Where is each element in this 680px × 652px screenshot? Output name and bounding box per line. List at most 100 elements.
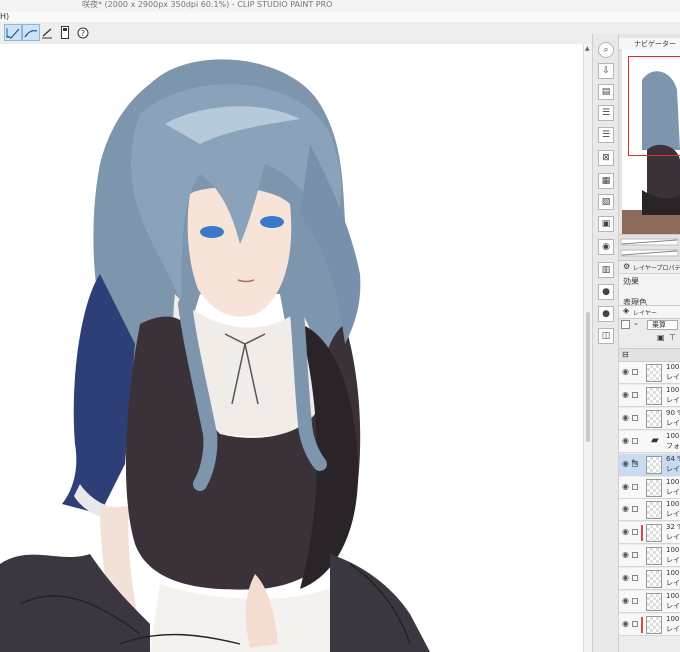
layer-tab[interactable]: ◈ レイヤー [619, 306, 680, 319]
svg-text:?: ? [81, 29, 85, 38]
visibility-eye-icon[interactable]: ◉ [622, 550, 629, 560]
info-icon[interactable]: ◫ [598, 328, 614, 344]
layer-name: レイ [666, 510, 680, 519]
mask-indicator [641, 616, 643, 633]
layer-lock-checkbox[interactable] [632, 598, 638, 604]
layer-row[interactable]: ◉ 100 レイ [619, 476, 680, 499]
scroll-up-icon[interactable]: ▲ [585, 46, 591, 52]
layer-row[interactable]: ◉ 100 レイ [619, 384, 680, 407]
visibility-eye-icon[interactable]: ◉ [622, 573, 629, 583]
layer-name: レイ [666, 579, 680, 588]
camera-icon[interactable]: ◉ [598, 239, 614, 255]
layer-row[interactable]: ◉ 100 レイ [619, 591, 680, 613]
layer-lock-checkbox[interactable] [632, 575, 638, 582]
layer-row[interactable]: ◉ ▰ 100 フォ [619, 430, 680, 453]
layer-lock-checkbox[interactable] [632, 506, 638, 513]
blend-mode-select[interactable]: ⌄ 乗算 [621, 319, 678, 331]
layer-row[interactable]: ◉ 64 %レイ ✎ [619, 453, 680, 476]
layer-row[interactable]: ◉ 100 レイ [619, 613, 680, 636]
layer-lock-checkbox[interactable] [632, 483, 638, 490]
color-set-icon[interactable]: ▦ [598, 173, 614, 189]
visibility-eye-icon[interactable]: ◉ [622, 413, 629, 423]
visibility-eye-icon[interactable]: ◉ [622, 619, 629, 629]
visibility-eye-icon[interactable]: ◉ [622, 527, 629, 537]
clip-icon[interactable]: ⊤ [669, 333, 676, 342]
navigator-tab-label: ナビゲーター [634, 40, 676, 48]
layer-row[interactable]: ◉ 100 レイ [619, 568, 680, 591]
layer-lock-checkbox[interactable] [632, 529, 638, 536]
layer-opacity: 100 [666, 431, 680, 440]
layer-thumbnail [646, 615, 662, 634]
grid-icon[interactable]: ▥ [598, 262, 614, 278]
help-icon: ? [77, 27, 89, 38]
brush-mode-button[interactable] [4, 24, 22, 41]
layers-search-icon[interactable]: ⊠ [598, 150, 614, 166]
tool-toolbar: ? [0, 22, 680, 45]
layer-lock-checkbox[interactable] [632, 620, 638, 627]
list-icon[interactable]: ☰ [598, 105, 614, 121]
layer-opacity: 100 [666, 546, 680, 555]
palette-drop-icon-2[interactable]: ● [598, 306, 614, 322]
right-eye [260, 216, 284, 228]
layer-panel-menu-icon[interactable]: ⊟ [622, 350, 629, 359]
layer-row[interactable]: ◉ 100 レイ [619, 545, 680, 568]
layer-lock-checkbox[interactable] [632, 414, 638, 421]
drawing-canvas[interactable] [0, 44, 583, 652]
palette-drop-icon[interactable]: ● [598, 284, 614, 300]
navigator-view-frame[interactable] [628, 56, 680, 156]
layer-opacity: 32 % [666, 523, 680, 532]
layer-name: レイ [666, 395, 680, 404]
menu-help-fragment[interactable]: H) [0, 12, 9, 22]
layer-name: レイ [666, 533, 680, 542]
layer-row[interactable]: ◉ 32 %レイ [619, 522, 680, 545]
zoom-search-icon[interactable]: ⌕ [598, 42, 614, 58]
lock-icon[interactable]: ▣ [657, 333, 665, 342]
visibility-eye-icon[interactable]: ◉ [622, 436, 629, 446]
layer-name: レイ [666, 464, 680, 473]
layer-opacity: 100 [666, 363, 680, 371]
layer-thumbnail [646, 478, 662, 497]
layer-lock-checkbox[interactable] [632, 369, 638, 375]
layer-opacity: 100 [666, 385, 680, 394]
help-button[interactable]: ? [74, 24, 92, 41]
visibility-eye-icon[interactable]: ◉ [622, 390, 629, 400]
device-icon [61, 26, 69, 39]
material-icon[interactable]: ▣ [598, 216, 614, 232]
layer-lock-checkbox[interactable] [632, 391, 638, 398]
layer-tools-row: ▣ ⊤ [619, 333, 680, 345]
layer-thumbnail [646, 593, 662, 611]
layer-lock-checkbox[interactable] [632, 437, 638, 444]
canvas-scrollbar[interactable]: ▲ [583, 44, 592, 652]
brush-mode-icon [6, 27, 20, 39]
layer-property-icon: ⚙ [623, 262, 631, 271]
ruler-pen-button[interactable] [38, 24, 56, 41]
device-button[interactable] [56, 24, 74, 41]
visibility-eye-icon[interactable]: ◉ [622, 482, 629, 492]
layer-row[interactable]: ◉ 90 %レイ [619, 407, 680, 430]
color-swatch[interactable] [621, 320, 630, 329]
visibility-eye-icon[interactable]: ◉ [622, 596, 629, 606]
navigator-zoom-slider[interactable] [619, 235, 680, 261]
tone-icon[interactable]: ▧ [598, 194, 614, 210]
layer-lock-checkbox[interactable] [632, 552, 638, 559]
layer-tab-icon: ◈ [623, 306, 630, 315]
doc-icon[interactable]: ▤ [598, 84, 614, 100]
layer-thumbnail [646, 364, 662, 382]
chevron-down-icon: ⌄ [633, 319, 639, 327]
window-title: 咲夜* (2000 x 2900px 350dpi 60.1%) - CLIP … [82, 0, 333, 9]
effect-label: 効果 [623, 277, 639, 286]
layer-thumbnail [646, 547, 662, 566]
import-icon[interactable]: ⇩ [598, 63, 614, 79]
visibility-eye-icon[interactable]: ◉ [622, 367, 629, 377]
skirt-frill-right [330, 554, 430, 652]
visibility-eye-icon[interactable]: ◉ [622, 504, 629, 514]
layer-row[interactable]: ◉ 100 レイ [619, 499, 680, 522]
layer-opacity: 100 [666, 569, 680, 578]
layer-row[interactable]: ◉ 100 レイ [619, 362, 680, 384]
navigator-preview[interactable] [622, 50, 680, 234]
scroll-thumb[interactable] [586, 312, 590, 442]
palette-icon-strip: ⌕ ⇩ ▤ ☰ ☰ ⊠ ▦ ▧ ▣ ◉ ▥ ● ● ◫ [592, 34, 619, 652]
list-icon-2[interactable]: ☰ [598, 127, 614, 143]
layer-property-tab[interactable]: ⚙ レイヤープロパティ [619, 261, 680, 274]
visibility-eye-icon[interactable]: ◉ [622, 459, 629, 469]
